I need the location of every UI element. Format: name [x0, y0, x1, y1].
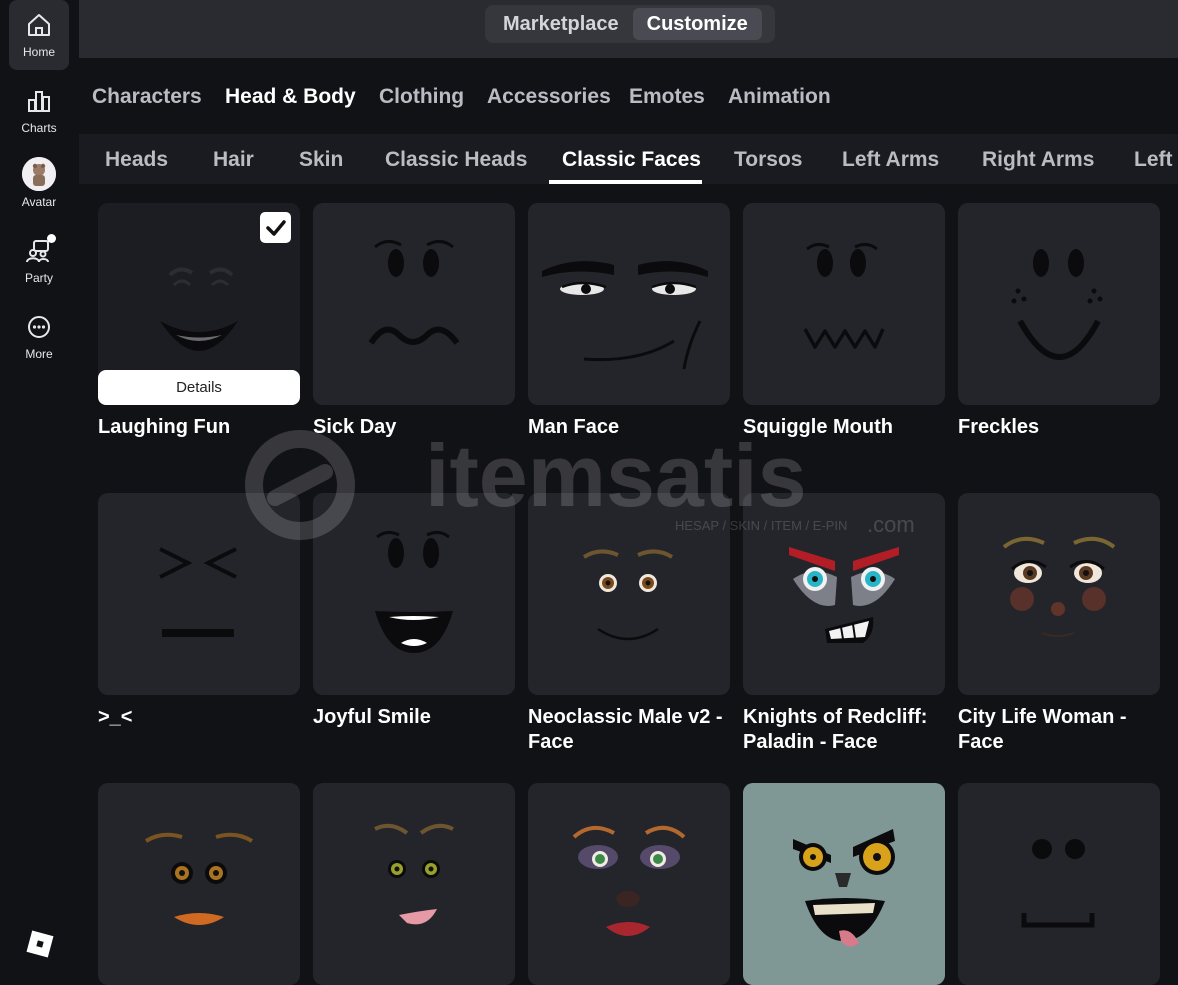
item-card[interactable]	[528, 783, 730, 985]
item-card[interactable]	[528, 203, 730, 405]
nav-avatar[interactable]: Avatar	[9, 150, 69, 220]
notification-dot	[47, 234, 56, 243]
tab-head-body[interactable]: Head & Body	[225, 85, 356, 109]
item-name: Man Face	[528, 416, 620, 438]
subcategory-tabs: Heads Hair Skin Classic Heads Classic Fa…	[79, 134, 1178, 184]
nav-party[interactable]: Party	[9, 226, 69, 296]
nav-label: More	[25, 347, 53, 361]
item-card[interactable]	[958, 783, 1160, 985]
subtab-right-arms[interactable]: Right Arms	[982, 148, 1094, 172]
details-button[interactable]: Details	[98, 370, 300, 405]
face-thumbnail	[542, 261, 708, 370]
face-thumbnail	[159, 547, 237, 637]
charts-icon	[24, 86, 54, 116]
item-card[interactable]	[313, 493, 515, 695]
nav-label: Home	[22, 45, 55, 59]
category-tabs: Characters Head & Body Clothing Accessor…	[79, 58, 1178, 134]
subtab-heads[interactable]: Heads	[105, 148, 168, 172]
face-thumbnail	[375, 530, 453, 653]
tab-emotes[interactable]: Emotes	[629, 85, 705, 109]
item-name: Joyful Smile	[313, 706, 431, 728]
equipped-checkmark-icon[interactable]	[260, 212, 291, 243]
item-name: Knights of Redcliff: Paladin - Face	[743, 706, 928, 753]
face-thumbnail	[144, 832, 254, 925]
face-thumbnail	[803, 242, 885, 349]
avatar-icon	[21, 156, 57, 192]
subtab-hair[interactable]: Hair	[213, 148, 254, 172]
roblox-logo-icon[interactable]	[26, 930, 54, 963]
face-thumbnail	[582, 549, 674, 641]
nav-home[interactable]: Home	[9, 0, 69, 70]
face-thumbnail	[1002, 536, 1116, 637]
item-name: Squiggle Mouth	[743, 416, 893, 438]
item-card[interactable]	[313, 783, 515, 985]
tab-accessories[interactable]: Accessories	[487, 85, 611, 109]
face-thumbnail	[374, 823, 454, 925]
tab-characters[interactable]: Characters	[92, 85, 202, 109]
face-thumbnail	[793, 829, 895, 947]
nav-charts[interactable]: Charts	[9, 76, 69, 146]
subtab-torsos[interactable]: Torsos	[734, 148, 802, 172]
mode-switch: Marketplace Customize	[485, 5, 775, 43]
face-thumbnail	[1011, 249, 1103, 360]
face-thumbnail	[368, 240, 460, 345]
nav-label: Avatar	[21, 195, 57, 209]
subtab-left-legs[interactable]: Left	[1134, 148, 1173, 172]
item-card[interactable]	[958, 493, 1160, 695]
item-card[interactable]	[98, 783, 300, 985]
item-name: City Life Woman - Face	[958, 706, 1127, 753]
tab-clothing[interactable]: Clothing	[379, 85, 464, 109]
home-icon	[24, 10, 54, 40]
subtab-classic-heads[interactable]: Classic Heads	[385, 148, 527, 172]
item-name: Freckles	[958, 416, 1040, 438]
tab-animation[interactable]: Animation	[728, 85, 831, 109]
face-thumbnail	[789, 547, 899, 643]
subtab-classic-faces[interactable]: Classic Faces	[562, 148, 701, 172]
item-name: Sick Day	[313, 416, 397, 438]
nav-label: Charts	[21, 121, 57, 135]
left-navigation-rail: Home Charts Avatar Party More	[0, 0, 79, 973]
item-card[interactable]	[958, 203, 1160, 405]
item-card[interactable]	[98, 493, 300, 695]
item-name: Laughing Fun	[98, 416, 231, 438]
face-thumbnail	[1021, 839, 1095, 928]
top-bar: Marketplace Customize	[79, 0, 1178, 58]
item-name: >_<	[98, 706, 133, 728]
item-card[interactable]	[743, 493, 945, 695]
nav-more[interactable]: More	[9, 302, 69, 372]
nav-label: Party	[24, 271, 53, 285]
active-tab-underline	[549, 180, 702, 184]
item-card[interactable]	[313, 203, 515, 405]
item-name: Neoclassic Male v2 - Face	[528, 706, 723, 753]
marketplace-tab[interactable]: Marketplace	[489, 8, 633, 40]
item-card[interactable]	[743, 783, 945, 985]
customize-tab[interactable]: Customize	[632, 8, 762, 40]
subtab-skin[interactable]: Skin	[299, 148, 343, 172]
item-card[interactable]	[743, 203, 945, 405]
subtab-left-arms[interactable]: Left Arms	[842, 148, 939, 172]
item-card[interactable]	[528, 493, 730, 695]
party-icon	[24, 234, 56, 266]
face-thumbnail	[572, 825, 686, 936]
more-icon	[24, 312, 54, 342]
